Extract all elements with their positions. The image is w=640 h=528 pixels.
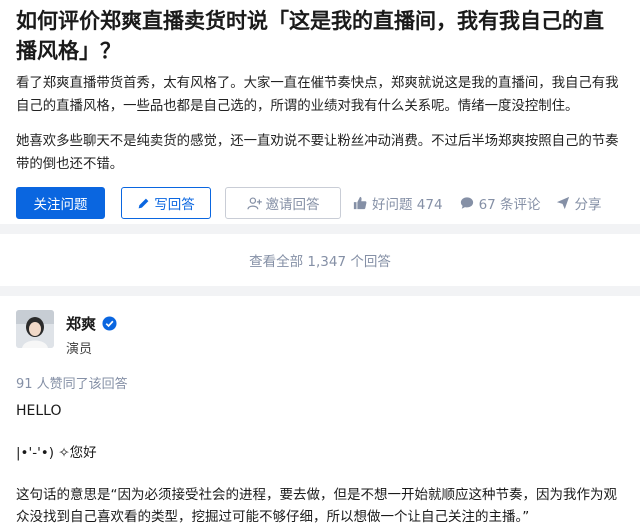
answer-kaomoji: |•'-'•) ✧您好 bbox=[16, 445, 97, 461]
question-description: 看了郑爽直播带货首秀，太有风格了。大家一直在催节奏快点，郑爽就说这是我的直播间，… bbox=[16, 72, 624, 176]
comment-bubble-icon bbox=[460, 196, 474, 210]
write-answer-label: 写回答 bbox=[154, 197, 195, 213]
answer-hello: HELLO bbox=[16, 403, 62, 419]
follow-question-button[interactable]: 关注问题 bbox=[16, 187, 105, 219]
upvote-count: 91 人赞同了该回答 bbox=[16, 377, 128, 392]
comments-label: 67 条评论 bbox=[478, 197, 541, 213]
question-title[interactable]: 如何评价郑爽直播卖货时说「这是我的直播间，我有我自己的直播风格」？ bbox=[16, 6, 624, 66]
share-button[interactable]: 分享 bbox=[556, 193, 602, 213]
good-question-button[interactable]: 好问题 474 bbox=[353, 193, 443, 213]
invite-answer-label: 邀请回答 bbox=[265, 197, 320, 213]
view-all-answers-link[interactable]: 查看全部 1,347 个回答 bbox=[0, 234, 640, 286]
add-user-icon bbox=[246, 196, 262, 210]
author-name-row: 郑爽 bbox=[66, 313, 117, 334]
pencil-icon bbox=[137, 197, 150, 210]
follow-question-label: 关注问题 bbox=[33, 197, 88, 213]
avatar[interactable] bbox=[16, 310, 54, 348]
question-desc-paragraph-2: 她喜欢多些聊天不是纯卖货的感觉，还一直劝说不要让粉丝冲动消费。不过后半场郑爽按照… bbox=[16, 134, 619, 172]
good-question-label: 好问题 474 bbox=[372, 197, 443, 213]
author-bio: 演员 bbox=[66, 342, 93, 357]
comments-button[interactable]: 67 条评论 bbox=[460, 193, 541, 213]
answer-paragraph: 这句话的意思是“因为必须接受社会的进程，要去做，但是不想一开始就顺应这种节奏，因… bbox=[16, 487, 617, 525]
thumb-up-icon bbox=[353, 196, 367, 210]
question-actions: 关注问题 写回答 邀请回答 好问题 474 67 条评论 分享 bbox=[16, 187, 624, 219]
invite-answer-button[interactable]: 邀请回答 bbox=[225, 187, 341, 219]
answer-card: 郑爽 演员 91 人赞同了该回答 HELLO |•'-'•) ✧您好 这句话的意… bbox=[0, 296, 640, 528]
section-divider bbox=[0, 224, 640, 234]
question-card: 如何评价郑爽直播卖货时说「这是我的直播间，我有我自己的直播风格」？ 看了郑爽直播… bbox=[0, 0, 640, 224]
view-all-answers-label: 查看全部 1,347 个回答 bbox=[249, 254, 391, 270]
paper-plane-icon bbox=[556, 196, 570, 210]
author-name[interactable]: 郑爽 bbox=[66, 313, 96, 334]
question-desc-paragraph-1: 看了郑爽直播带货首秀，太有风格了。大家一直在催节奏快点，郑爽就说这是我的直播间，… bbox=[16, 76, 619, 114]
write-answer-button[interactable]: 写回答 bbox=[121, 187, 211, 219]
section-divider bbox=[0, 286, 640, 296]
author-info: 郑爽 演员 bbox=[66, 313, 117, 357]
share-label: 分享 bbox=[574, 197, 602, 213]
answer-author: 郑爽 演员 bbox=[16, 310, 624, 357]
verified-badge-icon bbox=[102, 316, 117, 331]
